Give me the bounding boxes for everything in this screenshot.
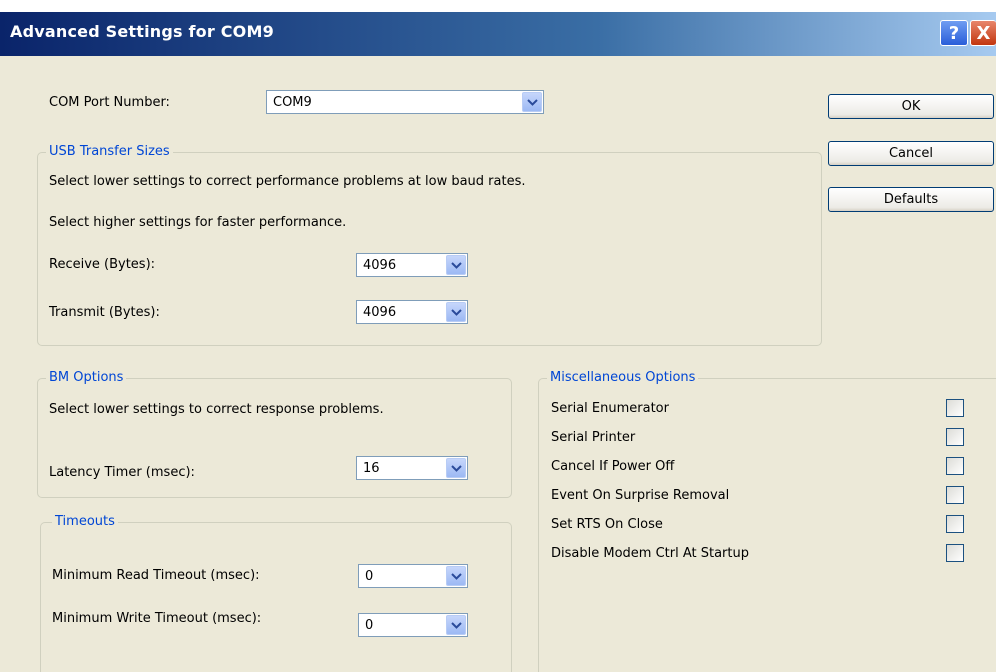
chevron-down-icon[interactable] bbox=[446, 302, 466, 322]
transmit-select[interactable]: 4096 bbox=[356, 300, 468, 324]
receive-value: 4096 bbox=[363, 258, 397, 273]
receive-label: Receive (Bytes): bbox=[49, 257, 156, 272]
latency-label: Latency Timer (msec): bbox=[49, 465, 195, 480]
chevron-down-icon[interactable] bbox=[446, 458, 466, 478]
timeouts-group: Timeouts bbox=[40, 514, 512, 672]
bm-options-desc: Select lower settings to correct respons… bbox=[49, 402, 384, 417]
set-rts-on-close-checkbox[interactable] bbox=[946, 515, 964, 533]
read-timeout-select[interactable]: 0 bbox=[358, 564, 468, 588]
usb-transfer-desc-1: Select lower settings to correct perform… bbox=[49, 174, 526, 189]
cancel-button[interactable]: Cancel bbox=[828, 141, 994, 166]
chevron-down-icon[interactable] bbox=[446, 566, 466, 586]
com-port-select[interactable]: COM9 bbox=[266, 90, 544, 114]
read-timeout-label: Minimum Read Timeout (msec): bbox=[52, 568, 260, 583]
title-bar: Advanced Settings for COM9 ? X bbox=[0, 12, 996, 56]
close-button[interactable]: X bbox=[970, 20, 996, 46]
cancel-if-power-off-checkbox[interactable] bbox=[946, 457, 964, 475]
misc-options-legend: Miscellaneous Options bbox=[547, 370, 699, 385]
latency-value: 16 bbox=[363, 461, 380, 476]
transmit-value: 4096 bbox=[363, 305, 397, 320]
misc-item-label: Event On Surprise Removal bbox=[551, 488, 730, 503]
window-title: Advanced Settings for COM9 bbox=[10, 22, 274, 41]
misc-item-label: Cancel If Power Off bbox=[551, 459, 675, 474]
help-button[interactable]: ? bbox=[940, 20, 968, 46]
transmit-label: Transmit (Bytes): bbox=[49, 305, 160, 320]
event-on-surprise-removal-checkbox[interactable] bbox=[946, 486, 964, 504]
com-port-value: COM9 bbox=[273, 95, 312, 110]
write-timeout-select[interactable]: 0 bbox=[358, 613, 468, 637]
serial-printer-checkbox[interactable] bbox=[946, 428, 964, 446]
write-timeout-label: Minimum Write Timeout (msec): bbox=[52, 611, 262, 626]
misc-item-label: Disable Modem Ctrl At Startup bbox=[551, 546, 749, 561]
write-timeout-value: 0 bbox=[365, 618, 374, 633]
latency-select[interactable]: 16 bbox=[356, 456, 468, 480]
com-port-label: COM Port Number: bbox=[49, 95, 170, 110]
receive-select[interactable]: 4096 bbox=[356, 253, 468, 277]
ok-button[interactable]: OK bbox=[828, 94, 994, 119]
bm-options-legend: BM Options bbox=[46, 370, 127, 385]
misc-item-label: Serial Printer bbox=[551, 430, 636, 445]
defaults-button[interactable]: Defaults bbox=[828, 187, 994, 212]
bm-options-group: BM Options bbox=[37, 370, 512, 498]
misc-item-label: Serial Enumerator bbox=[551, 401, 669, 416]
read-timeout-value: 0 bbox=[365, 569, 374, 584]
misc-item-label: Set RTS On Close bbox=[551, 517, 663, 532]
disable-modem-ctrl-checkbox[interactable] bbox=[946, 544, 964, 562]
chevron-down-icon[interactable] bbox=[446, 615, 466, 635]
usb-transfer-desc-2: Select higher settings for faster perfor… bbox=[49, 215, 347, 230]
background-strip bbox=[0, 0, 996, 12]
usb-transfer-legend: USB Transfer Sizes bbox=[46, 144, 173, 159]
chevron-down-icon[interactable] bbox=[522, 92, 542, 112]
chevron-down-icon[interactable] bbox=[446, 255, 466, 275]
timeouts-legend: Timeouts bbox=[52, 514, 118, 529]
serial-enumerator-checkbox[interactable] bbox=[946, 399, 964, 417]
